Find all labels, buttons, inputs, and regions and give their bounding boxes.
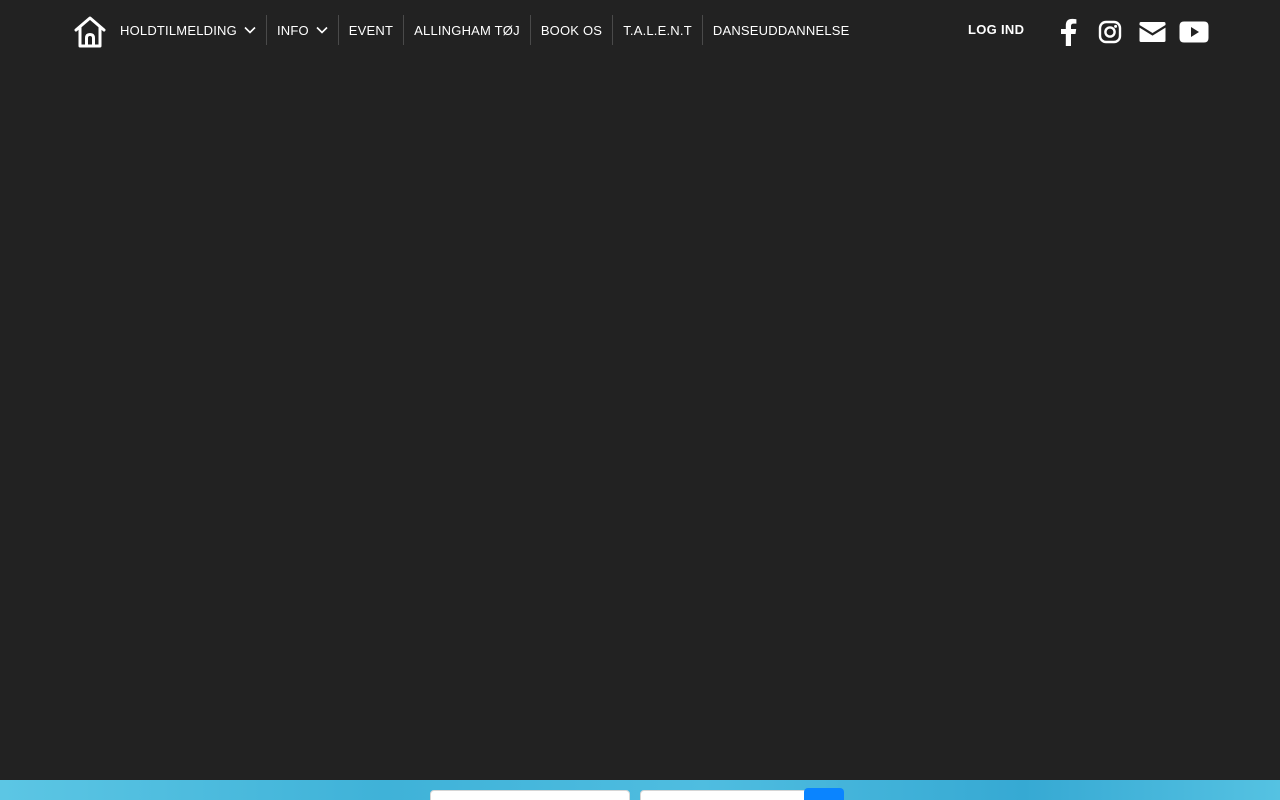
instagram-icon: [1098, 20, 1122, 44]
chevron-down-icon: [316, 26, 328, 34]
nav-item-event[interactable]: EVENT: [337, 15, 403, 45]
footer-signup-strip: [0, 780, 1280, 800]
home-icon: [74, 16, 106, 48]
nav-item-allingham-toj[interactable]: ALLINGHAM TØJ: [403, 15, 530, 45]
footer-first-field[interactable]: [430, 790, 630, 800]
nav-item-label: HOLDTILMELDING: [120, 22, 237, 38]
youtube-icon: [1179, 21, 1209, 43]
top-navbar: HOLDTILMELDING INFO EVENT ALLINGHAM TØJ …: [0, 0, 1280, 62]
nav-item-label: INFO: [276, 22, 309, 38]
facebook-link[interactable]: [1056, 17, 1080, 47]
nav-item-label: ALLINGHAM TØJ: [414, 22, 520, 38]
nav-item-info[interactable]: INFO: [265, 15, 338, 45]
nav-item-book-os[interactable]: BOOK OS: [529, 15, 612, 45]
footer-submit-button[interactable]: [804, 788, 844, 800]
nav-item-danseuddannelse[interactable]: DANSEUDDANNELSE: [701, 15, 860, 45]
instagram-link[interactable]: [1097, 17, 1123, 47]
nav-item-holdtilmelding[interactable]: HOLDTILMELDING: [110, 15, 266, 45]
youtube-link[interactable]: [1178, 17, 1210, 47]
facebook-icon: [1061, 18, 1077, 46]
nav-item-label: T.A.L.E.N.T: [623, 22, 692, 38]
chevron-down-icon: [244, 26, 256, 34]
envelope-icon: [1139, 22, 1165, 42]
nav-item-talent[interactable]: T.A.L.E.N.T: [612, 15, 702, 45]
nav-item-label: BOOK OS: [540, 22, 603, 38]
home-link[interactable]: [72, 14, 108, 50]
email-link[interactable]: [1138, 17, 1166, 47]
footer-second-field[interactable]: [640, 790, 810, 800]
nav-item-label: DANSEUDDANNELSE: [712, 22, 850, 38]
login-link[interactable]: LOG IND: [968, 22, 1024, 37]
main-menu: HOLDTILMELDING INFO EVENT ALLINGHAM TØJ …: [110, 15, 860, 45]
nav-item-label: EVENT: [348, 22, 394, 38]
